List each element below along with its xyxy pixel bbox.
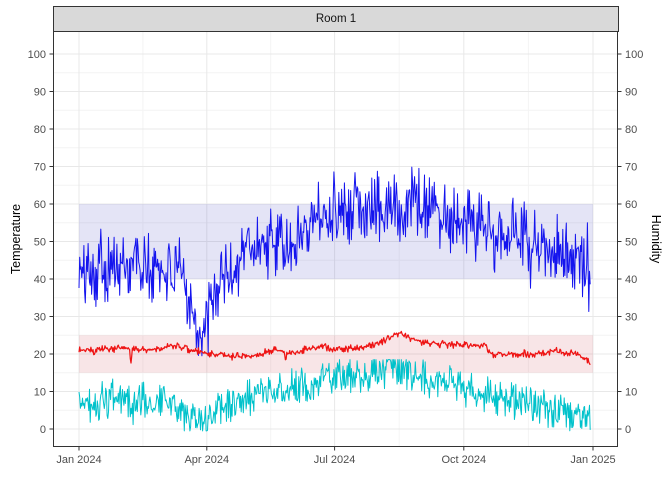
right-axis-title: Humidity <box>649 215 663 264</box>
left-tick-label: 30 <box>34 311 46 323</box>
right-tick-label: 80 <box>625 124 637 136</box>
left-tick-label: 20 <box>34 349 46 361</box>
facet-strip-title: Room 1 <box>316 13 356 25</box>
bottom-tick-label: Apr 2024 <box>184 454 229 466</box>
left-tick-label: 60 <box>34 199 46 211</box>
left-axis-title: Temperature <box>9 204 23 274</box>
chart-canvas: 0 10 20 30 40 50 60 70 80 90 100 0 10 20 30 40 50 60 70 80 9… <box>0 0 672 480</box>
figure: 0 10 20 30 40 50 60 70 80 90 100 0 10 20 30 40 50 60 70 80 9… <box>0 0 672 480</box>
right-tick-label: 50 <box>625 236 637 248</box>
right-tick-label: 0 <box>625 424 631 436</box>
left-tick-label: 100 <box>28 49 46 61</box>
bottom-tick-label: Jan 2024 <box>56 454 101 466</box>
right-tick-label: 30 <box>625 311 637 323</box>
left-tick-label: 90 <box>34 86 46 98</box>
left-tick-label: 50 <box>34 236 46 248</box>
left-tick-label: 80 <box>34 124 46 136</box>
left-tick-label: 40 <box>34 274 46 286</box>
right-tick-label: 10 <box>625 386 637 398</box>
right-tick-label: 70 <box>625 161 637 173</box>
right-tick-label: 60 <box>625 199 637 211</box>
bottom-tick-label: Jul 2024 <box>314 454 356 466</box>
bottom-tick-label: Jan 2025 <box>570 454 615 466</box>
bottom-tick-label: Oct 2024 <box>441 454 486 466</box>
right-tick-label: 40 <box>625 274 637 286</box>
facet-strip: Room 1 <box>53 6 619 32</box>
left-tick-label: 70 <box>34 161 46 173</box>
right-tick-label: 100 <box>625 49 643 61</box>
right-tick-label: 20 <box>625 349 637 361</box>
right-tick-label: 90 <box>625 86 637 98</box>
left-tick-label: 0 <box>40 424 46 436</box>
left-tick-label: 10 <box>34 386 46 398</box>
